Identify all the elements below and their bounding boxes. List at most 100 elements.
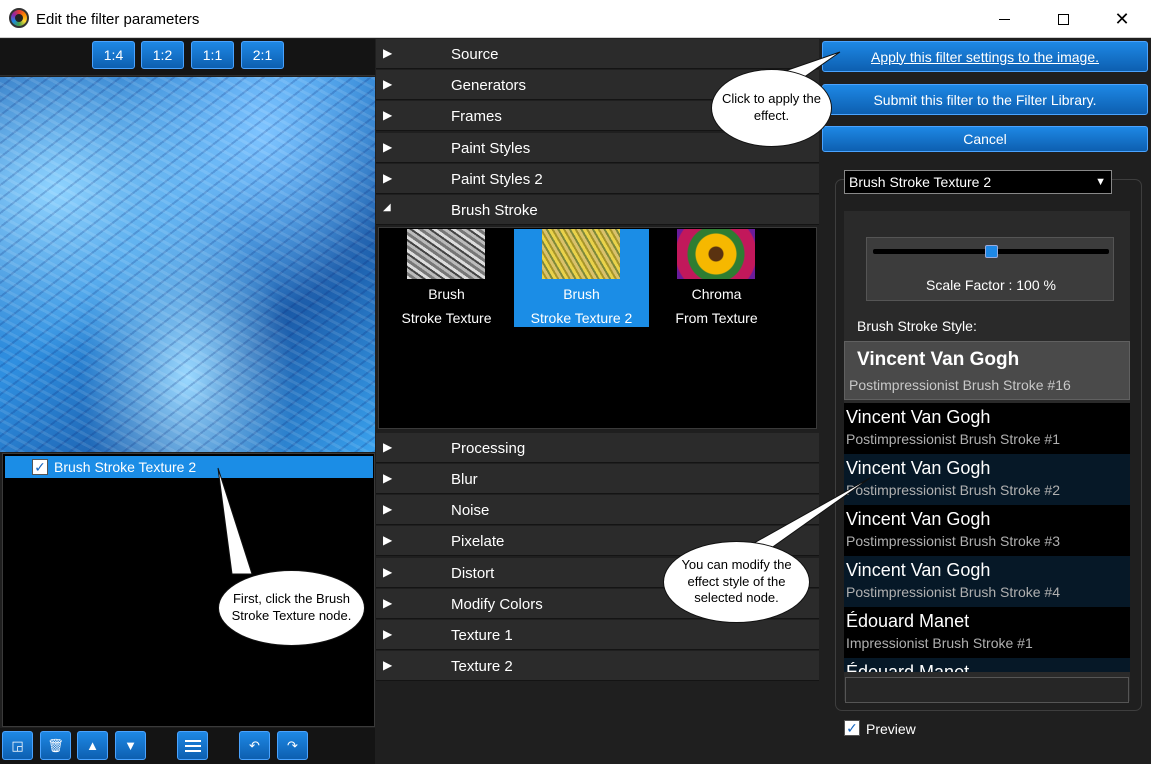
filter-name-line2: Stroke Texture — [401, 310, 492, 326]
minimize-icon — [998, 18, 1010, 20]
filter-thumbnail — [407, 229, 485, 279]
arrow-up-icon: ▲ — [86, 738, 99, 753]
style-name: Édouard Manet — [846, 662, 970, 672]
category-label: Texture 1 — [451, 627, 513, 644]
category-label: Source — [451, 46, 499, 63]
filter-categories: ▶ Source ▶ Generators ▶ Frames ▶ Paint Style… — [376, 39, 819, 764]
submit-to-library-button[interactable]: Submit this filter to the Filter Library… — [822, 84, 1148, 115]
delete-node-button[interactable]: 🗑 — [40, 731, 71, 760]
filter-thumb-brush-stroke-texture[interactable]: Brush Stroke Texture — [379, 229, 514, 327]
preview-label: Preview — [866, 721, 916, 737]
category-label: Generators — [451, 77, 527, 94]
filter-select[interactable]: Brush Stroke Texture 2 ▼ — [844, 170, 1112, 194]
category-label: Modify Colors — [451, 596, 543, 613]
tree-node-brush-stroke-texture-2[interactable]: ✓ Brush Stroke Texture 2 — [5, 456, 373, 478]
close-icon: ✕ — [1114, 9, 1130, 29]
category-label: Paint Styles — [451, 140, 531, 157]
category-label: Noise — [451, 502, 490, 519]
move-up-button[interactable]: ▲ — [77, 731, 108, 760]
filter-name-line2: From Texture — [675, 310, 758, 326]
callout-style: You can modify the effect style of the s… — [663, 541, 810, 623]
arrow-down-icon: ▼ — [124, 738, 137, 753]
category-texture-1[interactable]: ▶ Texture 1 — [376, 620, 819, 650]
filter-name-line1: Brush — [563, 286, 600, 302]
filter-thumb-brush-stroke-texture-2[interactable]: Brush Stroke Texture 2 — [514, 229, 649, 327]
title-bar: Edit the filter parameters ✕ — [0, 0, 1151, 38]
list-item[interactable]: Édouard Manet Impressionist Brush Stroke… — [844, 607, 1130, 658]
expand-arrow-icon: ▶ — [383, 565, 393, 579]
filter-select-value: Brush Stroke Texture 2 — [849, 174, 992, 190]
new-node-button[interactable]: ◲ — [2, 731, 33, 760]
scale-slider-thumb[interactable] — [984, 245, 998, 258]
style-name: Édouard Manet — [846, 611, 970, 631]
category-blur[interactable]: ▶ Blur — [376, 464, 819, 494]
callout-node: First, click the Brush Stroke Texture no… — [218, 570, 365, 646]
zoom-1-1-button[interactable]: 1:1 — [191, 41, 234, 69]
category-texture-2[interactable]: ▶ Texture 2 — [376, 651, 819, 681]
settings-panel: Apply this filter settings to the image.… — [820, 39, 1151, 764]
zoom-1-4-button[interactable]: 1:4 — [92, 41, 135, 69]
filter-thumbnail — [542, 229, 620, 279]
zoom-1-2-button[interactable]: 1:2 — [141, 41, 184, 69]
tree-node-label: Brush Stroke Texture 2 — [54, 459, 197, 475]
category-source[interactable]: ▶ Source — [376, 39, 819, 69]
move-down-button[interactable]: ▼ — [115, 731, 146, 760]
category-label: Paint Styles 2 — [451, 171, 543, 188]
preview-checkbox[interactable]: ✓ — [844, 720, 860, 736]
category-label: Pixelate — [451, 533, 505, 550]
maximize-button[interactable] — [1034, 0, 1092, 38]
preview-image[interactable] — [0, 77, 375, 452]
expand-arrow-icon: ▶ — [383, 108, 393, 122]
category-label: Frames — [451, 108, 502, 125]
menu-button[interactable] — [177, 731, 208, 760]
undo-button[interactable]: ↶ — [239, 731, 270, 760]
zoom-2-1-button[interactable]: 2:1 — [241, 41, 284, 69]
expand-arrow-icon: ▶ — [383, 77, 393, 91]
filter-settings: Scale Factor : 100 % Brush Stroke Style:… — [844, 211, 1130, 703]
style-description: Postimpressionist Brush Stroke #4 — [846, 584, 1060, 600]
expand-arrow-icon: ▶ — [383, 471, 393, 485]
new-node-icon: ◲ — [11, 737, 24, 753]
style-search-input[interactable] — [845, 677, 1129, 703]
redo-icon: ↷ — [287, 737, 298, 753]
expand-arrow-icon: ▶ — [383, 440, 393, 454]
callout-apply: Click to apply the effect. — [711, 69, 832, 147]
brush-style-list[interactable]: Vincent Van Gogh Postimpressionist Brush… — [844, 403, 1130, 672]
cancel-button[interactable]: Cancel — [822, 126, 1148, 152]
node-toolbar: ◲ 🗑 ▲ ▼ ↶ ↷ — [0, 728, 375, 764]
trash-icon: 🗑 — [47, 737, 64, 753]
undo-icon: ↶ — [249, 737, 260, 753]
selected-style-description: Postimpressionist Brush Stroke #16 — [849, 377, 1071, 393]
selected-style-name: Vincent Van Gogh — [857, 349, 1020, 370]
scale-factor-label: Scale Factor : 100 % — [926, 277, 1056, 293]
window-title: Edit the filter parameters — [36, 11, 200, 28]
expand-arrow-icon: ▶ — [383, 140, 393, 154]
category-noise[interactable]: ▶ Noise — [376, 495, 819, 525]
tree-node-checkbox[interactable]: ✓ — [32, 459, 48, 475]
expand-arrow-icon: ▶ — [383, 46, 393, 60]
brush-style-label: Brush Stroke Style: — [857, 318, 977, 334]
scale-factor-control: Scale Factor : 100 % — [866, 237, 1114, 301]
list-item[interactable]: Édouard Manet — [844, 658, 1130, 672]
apply-button[interactable]: Apply this filter settings to the image. — [822, 41, 1148, 72]
redo-button[interactable]: ↷ — [277, 731, 308, 760]
list-item[interactable]: Vincent Van Gogh Postimpressionist Brush… — [844, 403, 1130, 454]
expand-arrow-icon: ▶ — [383, 502, 393, 516]
expand-arrow-icon: ▶ — [383, 171, 393, 185]
style-description: Postimpressionist Brush Stroke #3 — [846, 533, 1060, 549]
category-processing[interactable]: ▶ Processing — [376, 433, 819, 463]
list-item[interactable]: Vincent Van Gogh Postimpressionist Brush… — [844, 454, 1130, 505]
minimize-button[interactable] — [975, 0, 1033, 38]
filter-thumb-chroma-from-texture[interactable]: Chroma From Texture — [649, 229, 784, 327]
list-item[interactable]: Vincent Van Gogh Postimpressionist Brush… — [844, 556, 1130, 607]
category-label: Blur — [451, 471, 478, 488]
close-button[interactable]: ✕ — [1093, 0, 1151, 38]
selected-brush-style[interactable]: Vincent Van Gogh Postimpressionist Brush… — [844, 341, 1130, 400]
category-brush-stroke[interactable]: ◢ Brush Stroke — [376, 195, 819, 225]
maximize-icon — [1057, 13, 1069, 25]
filter-name-line2: Stroke Texture 2 — [530, 310, 633, 326]
expand-arrow-icon: ▶ — [383, 596, 393, 610]
list-item[interactable]: Vincent Van Gogh Postimpressionist Brush… — [844, 505, 1130, 556]
category-paint-styles-2[interactable]: ▶ Paint Styles 2 — [376, 164, 819, 194]
menu-icon — [184, 739, 201, 752]
